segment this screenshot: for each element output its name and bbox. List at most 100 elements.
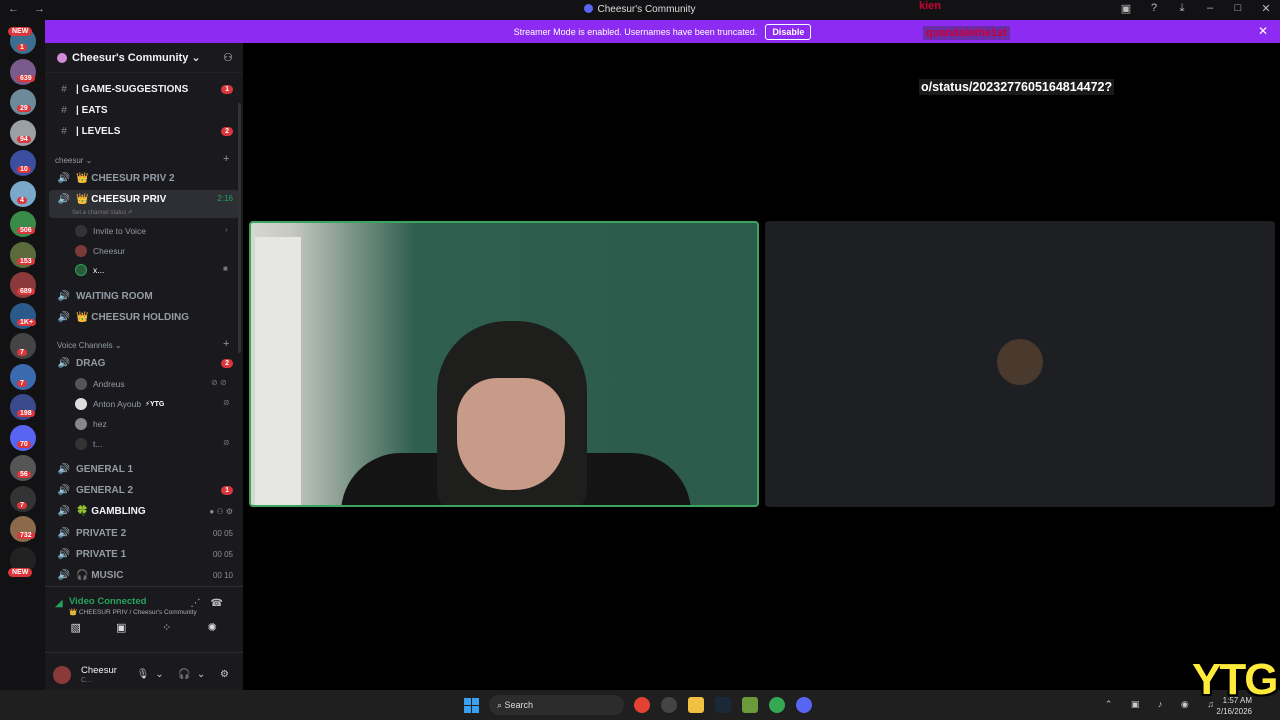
taskbar-search[interactable]: ⌕ Search	[489, 695, 624, 715]
soundboard-button[interactable]: ✺	[197, 621, 227, 634]
server-mention-badge: 689	[17, 288, 35, 295]
close-window-button[interactable]: ✕	[1252, 2, 1280, 15]
speaker-icon: 🔊	[57, 194, 71, 205]
unread-badge: 1	[221, 486, 233, 495]
chrome-icon[interactable]	[634, 697, 650, 713]
signal-icon[interactable]: ◢	[55, 598, 63, 609]
obs-icon[interactable]	[661, 697, 677, 713]
discord-icon	[584, 4, 594, 13]
voice-member[interactable]: Anton Ayoub ⚡YTG	[75, 398, 164, 410]
voice-action-buttons: ▧ ▣ ⁘ ✺	[45, 621, 243, 634]
server-mention-badge: 94	[17, 135, 31, 143]
voice-channel-gambling[interactable]: 🔊 🍀 GAMBLING ● ⚇ ⚙	[49, 502, 239, 521]
member-name: Andreus	[93, 379, 125, 389]
banner-text: Streamer Mode is enabled. Usernames have…	[513, 26, 758, 37]
sidebar-scrollbar[interactable]	[238, 103, 241, 353]
server-mention-badge: 732	[17, 532, 35, 539]
invite-to-voice[interactable]: Invite to Voice	[75, 225, 146, 237]
avatar	[75, 418, 87, 430]
close-banner-icon[interactable]: ✕	[1258, 24, 1268, 38]
channel-actions-icons[interactable]: ● ⚇ ⚙	[209, 507, 233, 516]
channel-eats[interactable]: # | EATS	[49, 101, 239, 120]
muted-icons: ⊘ ⊘	[211, 378, 227, 387]
voice-channel-cheesur-holding[interactable]: 🔊 👑 CHEESUR HOLDING	[49, 308, 239, 327]
voice-channel-cheesur-priv-2[interactable]: 🔊 👑 CHEESUR PRIV 2	[49, 169, 239, 188]
speaker-icon: 🔊	[57, 464, 71, 475]
channel-levels[interactable]: # | LEVELS 2	[49, 122, 239, 141]
minecraft-icon[interactable]	[742, 697, 758, 713]
channel-label: 👑 CHEESUR HOLDING	[76, 312, 190, 323]
avatar	[75, 245, 87, 257]
voice-channel-music[interactable]: 🔊 🎧 MUSIC 00 10	[49, 566, 239, 585]
invite-people-icon[interactable]: ⚇	[223, 51, 233, 64]
video-tile-webcam[interactable]	[249, 221, 759, 507]
avatar	[75, 378, 87, 390]
server-mention-badge: 198	[17, 410, 35, 417]
call-timer: 2:16	[217, 194, 233, 203]
category-cheesur[interactable]: cheesur ⌄	[55, 156, 92, 165]
voice-status[interactable]: Video Connected	[69, 596, 146, 607]
minimize-button[interactable]: –	[1196, 2, 1224, 15]
server-mention-badge: 7	[17, 501, 27, 509]
voice-channel-general-2[interactable]: 🔊 GENERAL 2 1	[49, 481, 239, 500]
voice-member[interactable]: t...	[75, 438, 102, 450]
window-titlebar: ← → Cheesur's Community ▣ ? ⤓ – □ ✕	[0, 0, 1280, 20]
voice-channel-drag[interactable]: 🔊 DRAG 2	[49, 354, 239, 373]
channel-label: 👑 CHEESUR PRIV 2	[76, 173, 175, 184]
steam-icon[interactable]	[715, 697, 731, 713]
channel-label: | LEVELS	[76, 126, 121, 137]
channel-label: GENERAL 2	[76, 485, 134, 496]
chrome-icon[interactable]	[769, 697, 785, 713]
noise-and-disconnect-icons[interactable]: ⋰☎	[191, 598, 233, 609]
member-name: hez	[93, 419, 107, 429]
screen-share-button[interactable]: ▣	[106, 621, 136, 634]
avatar	[75, 264, 87, 276]
download-icon[interactable]: ⤓	[1168, 2, 1196, 15]
user-panel: Cheesur C... 🎙⌄ 🎧⌄ ⚙	[45, 652, 243, 695]
server-mention-badge: 7	[17, 349, 27, 356]
voice-channel-private-1[interactable]: 🔊 PRIVATE 1 00 05	[49, 545, 239, 564]
guild-icon	[57, 52, 67, 63]
inbox-icon[interactable]: ▣	[1112, 2, 1140, 15]
activities-button[interactable]: ⁘	[152, 621, 182, 634]
windows-start-icon[interactable]	[464, 698, 480, 714]
member-name: t...	[93, 439, 103, 449]
titlebar-controls: ▣ ? ⤓ – □ ✕	[1112, 2, 1280, 15]
avatar[interactable]	[53, 666, 71, 684]
user-controls[interactable]: 🎙⌄ 🎧⌄ ⚙	[137, 669, 235, 680]
category-voice-channels[interactable]: Voice Channels ⌄	[57, 341, 122, 350]
discord-icon[interactable]	[796, 697, 812, 713]
search-icon: ⌕	[497, 699, 505, 710]
disable-streamer-mode-button[interactable]: Disable	[765, 23, 812, 40]
voice-member[interactable]: Andreus	[75, 378, 125, 390]
camera-off-button[interactable]: ▧	[61, 621, 91, 634]
video-tile-avatar[interactable]	[765, 221, 1275, 507]
channel-game-suggestions[interactable]: # | GAME-SUGGESTIONS 1	[49, 80, 239, 99]
channel-label: 👑 CHEESUR PRIV	[76, 194, 167, 205]
voice-member[interactable]: Cheesur	[75, 245, 125, 257]
create-channel-icon[interactable]: +	[223, 338, 229, 350]
voice-channel-private-2[interactable]: 🔊 PRIVATE 2 00 05	[49, 524, 239, 543]
avatar	[75, 438, 87, 450]
voice-member[interactable]: hez	[75, 418, 107, 430]
channel-status[interactable]: Set a channel status ✐	[72, 209, 133, 216]
server-mention-badge: NEW	[8, 568, 33, 577]
folder-icon[interactable]	[688, 697, 704, 713]
muted-icon: ⊘	[223, 438, 230, 447]
member-name: Cheesur	[93, 246, 126, 256]
voice-member[interactable]: x...	[75, 264, 104, 276]
server-mention-badge: 506	[17, 227, 35, 234]
server-mention-badge: 153	[17, 257, 35, 265]
member-name: Anton Ayoub	[93, 399, 142, 409]
guild-header[interactable]: Cheesur's Community ⌄ ⚇	[45, 43, 243, 73]
voice-channel-path[interactable]: 👑 CHEESUR PRIV / Cheesur's Community	[69, 608, 197, 616]
voice-channel-waiting-room[interactable]: 🔊 WAITING ROOM	[49, 287, 239, 306]
video-icon: ■	[223, 264, 228, 273]
voice-channel-general-1[interactable]: 🔊 GENERAL 1	[49, 460, 239, 479]
maximize-button[interactable]: □	[1224, 2, 1252, 15]
create-channel-icon[interactable]: +	[223, 153, 229, 165]
channel-sidebar: Cheesur's Community ⌄ ⚇ # | GAME-SUGGEST…	[45, 43, 243, 695]
username[interactable]: Cheesur	[81, 665, 117, 676]
help-icon[interactable]: ?	[1140, 2, 1168, 15]
search-label: Search	[504, 700, 534, 710]
